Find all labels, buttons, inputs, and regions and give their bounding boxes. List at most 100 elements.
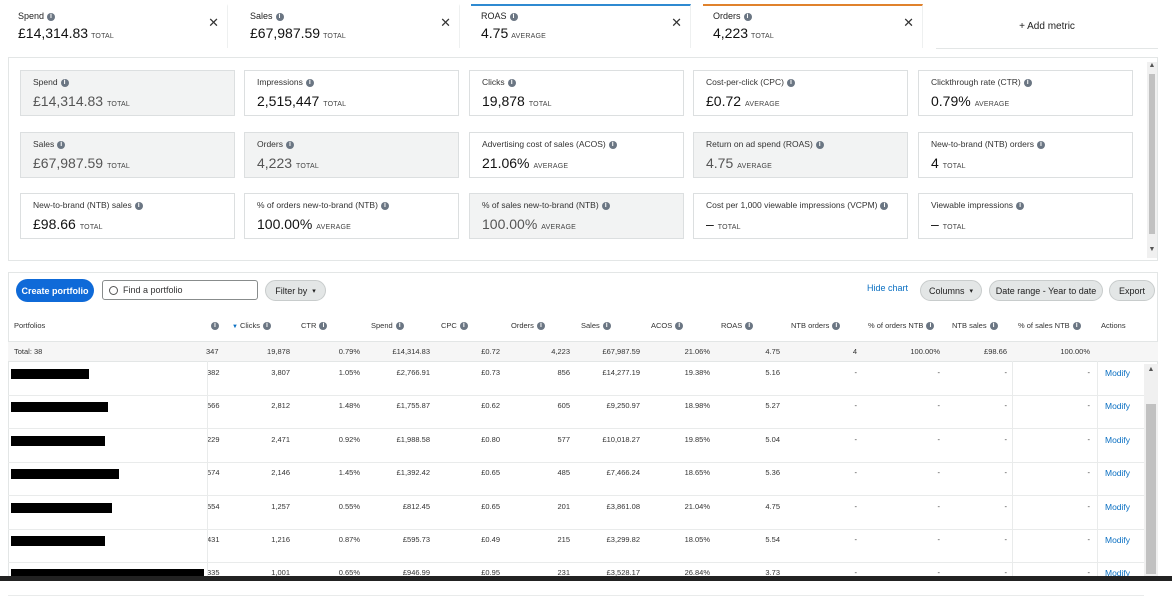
table-cell: - — [854, 501, 858, 511]
modify-link[interactable]: Modify — [1105, 468, 1130, 478]
metric-card-7[interactable]: Advertising cost of sales (ACOS) i 21.06%… — [469, 132, 684, 178]
column-header-13[interactable]: Actions — [1101, 321, 1126, 330]
metric-card-5[interactable]: Sales i £67,987.59 TOTAL — [20, 132, 235, 178]
table-cell: 2,812 — [271, 401, 290, 411]
column-header-7[interactable]: ACOS i — [651, 321, 684, 330]
total-cell: 4 — [852, 347, 857, 356]
column-header-4[interactable]: CPC i — [441, 321, 468, 330]
metric-tab-label: Orders i — [713, 11, 912, 21]
hide-chart-link[interactable]: Hide chart — [867, 283, 908, 293]
table-cell: - — [937, 368, 941, 377]
column-header-1[interactable]: ▼ Clicks i — [232, 321, 271, 330]
metric-card-4[interactable]: Clickthrough rate (CTR) i 0.79% AVERAGE — [918, 70, 1133, 116]
table-row[interactable]: 431 1,216 0.87% £595.73 £0.49 215 £3,299.82 18.… — [8, 529, 1144, 563]
metric-card-14[interactable]: Viewable impressions i – TOTAL — [918, 193, 1133, 239]
scroll-up-icon[interactable]: ▲ — [1147, 62, 1157, 69]
table-cell: £595.73 — [402, 535, 430, 544]
total-cell: 21.06% — [684, 347, 710, 356]
column-header-12[interactable]: % of sales NTB i — [1018, 321, 1081, 330]
column-header-10[interactable]: % of orders NTB i — [868, 321, 935, 330]
metric-card-12[interactable]: % of sales new-to-brand (NTB) i 100.00% AV… — [469, 193, 684, 239]
table-row[interactable]: 566 2,812 1.48% £1,755.87 £0.62 605 £9,250.97 1… — [8, 395, 1144, 430]
metric-card-11[interactable]: % of orders new-to-brand (NTB) i 100.00% A… — [244, 193, 459, 239]
column-header-6[interactable]: Sales i — [581, 321, 611, 330]
column-header-2[interactable]: CTR i — [301, 321, 328, 330]
info-icon: i — [262, 322, 271, 330]
metric-tab-3[interactable]: Orders i 4,223 TOTAL ✕ — [703, 4, 923, 48]
table-cell: - — [1004, 401, 1008, 411]
metrics-scrollbar[interactable]: ▲ ▼ — [1147, 62, 1157, 258]
table-row[interactable]: 574 2,146 1.45% £1,392.42 £0.65 485 £7,466.24 1… — [8, 462, 1144, 497]
metric-tab-2[interactable]: ROAS i 4.75 AVERAGE ✕ — [471, 4, 691, 48]
filter-by-button[interactable]: Filter by ▾ — [265, 280, 326, 301]
close-icon[interactable]: ✕ — [903, 15, 914, 31]
metric-card-value: £0.72 AVERAGE — [706, 93, 780, 109]
metric-card-2[interactable]: Clicks i 19,878 TOTAL — [469, 70, 684, 116]
metrics-panel: Spend i £14,314.83 TOTAL Impressions i 2,515… — [8, 57, 1158, 261]
table-cell: - — [854, 401, 858, 411]
create-portfolio-button[interactable]: Create portfolio — [16, 279, 94, 302]
metric-card-label: Cost per 1,000 viewable impressions (VCP… — [706, 200, 895, 210]
table-cell: 0.92% — [338, 434, 360, 444]
modify-link[interactable]: Modify — [1105, 502, 1130, 512]
redacted-portfolio-name — [11, 369, 89, 379]
table-cell: - — [1087, 535, 1091, 544]
info-icon: i — [395, 322, 404, 330]
table-cell: - — [1004, 535, 1008, 544]
table-scrollbar[interactable]: ▲ — [1144, 364, 1158, 576]
modify-link[interactable]: Modify — [1105, 401, 1130, 411]
metric-card-label: Cost-per-click (CPC) i — [706, 77, 895, 87]
metric-card-label: New-to-brand (NTB) sales i — [33, 200, 222, 210]
metric-card-13[interactable]: Cost per 1,000 viewable impressions (VCP… — [693, 193, 908, 239]
metric-card-10[interactable]: New-to-brand (NTB) sales i £98.66 TOTAL — [20, 193, 235, 239]
search-input[interactable]: Find a portfolio — [102, 280, 258, 300]
table-cell: 0.55% — [338, 501, 360, 511]
info-icon: i — [509, 13, 518, 21]
close-icon[interactable]: ✕ — [440, 15, 451, 31]
table-cell: 1,216 — [271, 535, 290, 544]
scroll-down-icon[interactable]: ▼ — [1147, 246, 1157, 253]
metric-card-label: Sales i — [33, 139, 222, 149]
table-cell: 215 — [557, 535, 570, 544]
column-header-5[interactable]: Orders i — [511, 321, 545, 330]
total-cell: 100.00% — [910, 347, 940, 356]
modify-link[interactable]: Modify — [1105, 435, 1130, 445]
table-row[interactable]: 382 3,807 1.05% £2,766.91 £0.73 856 £14,277.19… — [8, 362, 1144, 396]
info-icon: i — [786, 79, 795, 87]
scroll-thumb[interactable] — [1146, 404, 1156, 574]
metric-card-3[interactable]: Cost-per-click (CPC) i £0.72 AVERAGE — [693, 70, 908, 116]
table-cell: 5.36 — [765, 468, 780, 478]
close-icon[interactable]: ✕ — [671, 15, 682, 31]
column-header-11[interactable]: NTB sales i — [952, 321, 998, 330]
info-icon: i — [285, 141, 294, 149]
modify-link[interactable]: Modify — [1105, 368, 1130, 378]
column-header-0[interactable]: Portfolios — [14, 321, 45, 330]
total-cell: 4.75 — [765, 347, 780, 356]
add-metric-button[interactable]: + Add metric — [936, 4, 1158, 49]
column-header-8[interactable]: ROAS i — [721, 321, 754, 330]
modify-link[interactable]: Modify — [1105, 535, 1130, 545]
table-row[interactable]: 554 1,257 0.55% £812.45 £0.65 201 £3,861.08 21.… — [8, 496, 1144, 530]
metric-card-6[interactable]: Orders i 4,223 TOTAL — [244, 132, 459, 178]
column-header-3[interactable]: Spend i — [371, 321, 404, 330]
close-icon[interactable]: ✕ — [208, 15, 219, 31]
metric-tab-1[interactable]: Sales i £67,987.59 TOTAL ✕ — [240, 4, 460, 48]
metric-card-label: Impressions i — [257, 77, 446, 87]
info-icon: i — [380, 202, 389, 210]
metric-card-1[interactable]: Impressions i 2,515,447 TOTAL — [244, 70, 459, 116]
metric-card-value: 4.75 AVERAGE — [706, 155, 772, 171]
metric-card-8[interactable]: Return on ad spend (ROAS) i 4.75 AVERAGE — [693, 132, 908, 178]
scroll-thumb[interactable] — [1149, 74, 1155, 234]
export-button[interactable]: Export — [1109, 280, 1155, 301]
metric-tab-0[interactable]: Spend i £14,314.83 TOTAL ✕ — [8, 4, 228, 48]
scroll-up-icon[interactable]: ▲ — [1144, 366, 1158, 373]
date-range-button[interactable]: Date range - Year to date — [989, 280, 1103, 301]
metric-tab-label: Sales i — [250, 11, 449, 21]
column-header-9[interactable]: NTB orders i — [791, 321, 841, 330]
table-row[interactable]: 229 2,471 0.92% £1,988.58 £0.80 577 £10,018.27… — [8, 429, 1144, 463]
horizontal-scrollbar[interactable] — [0, 576, 1172, 581]
metric-card-0[interactable]: Spend i £14,314.83 TOTAL — [20, 70, 235, 116]
columns-button[interactable]: Columns ▾ — [920, 280, 982, 301]
metric-card-9[interactable]: New-to-brand (NTB) orders i 4 TOTAL — [918, 132, 1133, 178]
table-cell: 5.16 — [765, 368, 780, 377]
